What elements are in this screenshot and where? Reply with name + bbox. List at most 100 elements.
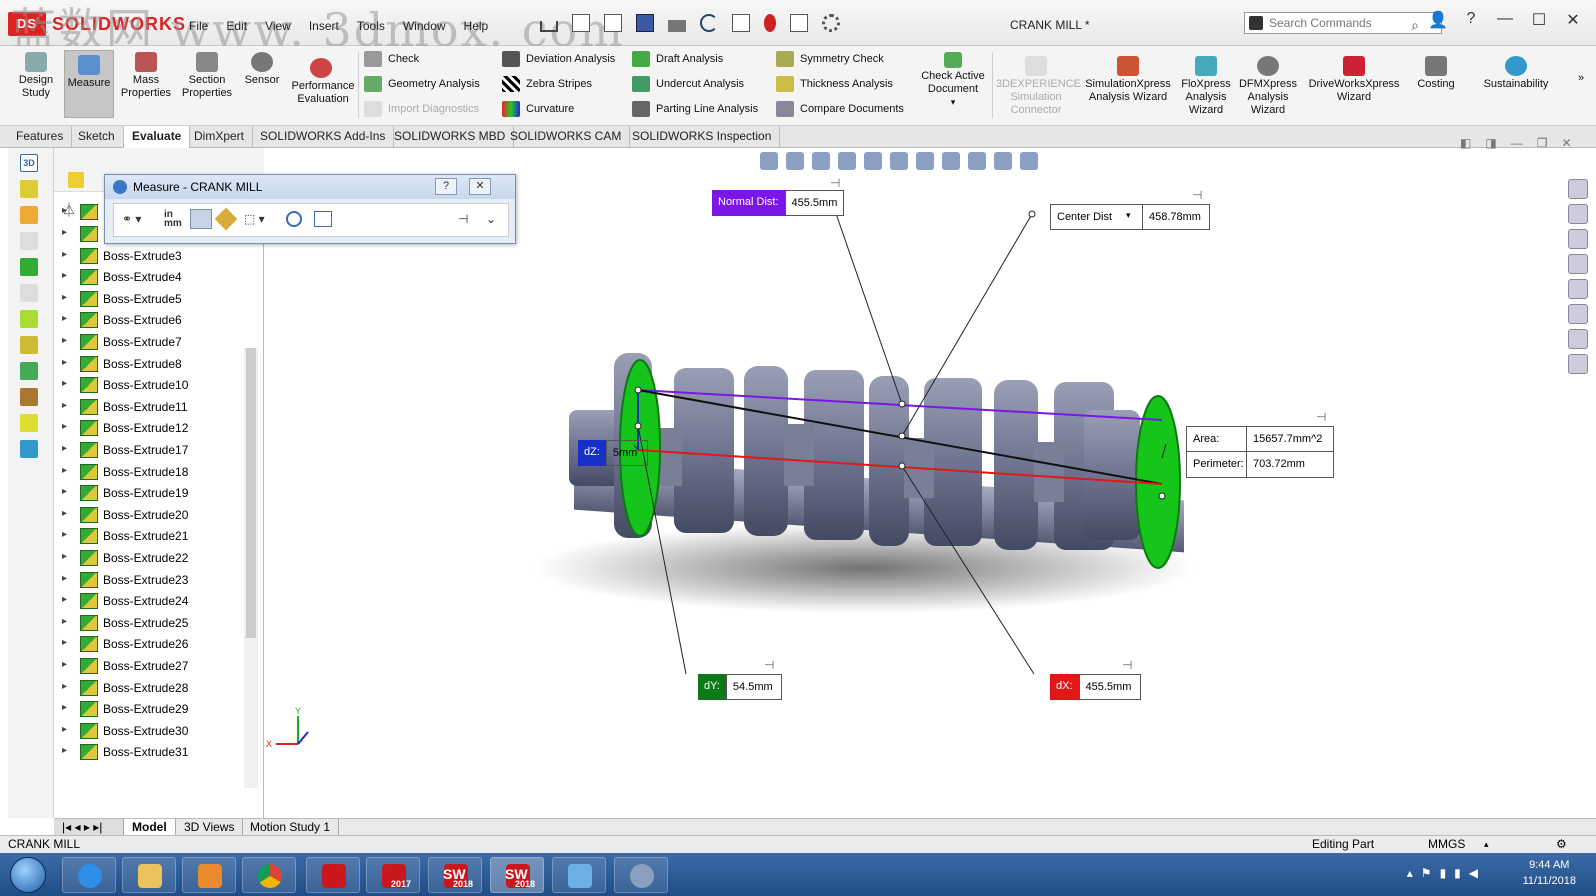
tree-item[interactable]: ▸ Boss-Extrude18 (54, 462, 244, 483)
tree-item[interactable]: ▸ Boss-Extrude28 (54, 678, 244, 699)
network-app-taskbar-button[interactable] (552, 857, 606, 893)
simulationxpress-button[interactable]: SimulationXpress Analysis Wizard (1080, 56, 1176, 104)
solidworks-2018-taskbar-button[interactable]: SW 2018 (428, 857, 482, 893)
solidworks-2017-taskbar-button[interactable]: 2017 (366, 857, 420, 893)
check-active-document-button[interactable]: Check Active Document ▾ (916, 52, 990, 109)
expand-arrow-icon[interactable]: ▸ (62, 421, 67, 432)
expand-arrow-icon[interactable]: ▸ (62, 335, 67, 346)
system-tray[interactable]: ▴⚑▮▮◀ (1407, 866, 1486, 880)
solidworks-logo[interactable]: DS SOLIDWORKS (8, 10, 185, 40)
menu-help[interactable]: Help (455, 16, 498, 36)
reference-icon[interactable] (20, 440, 38, 458)
expand-arrow-icon[interactable]: ▸ (62, 486, 67, 497)
tree-item[interactable]: ▸ Boss-Extrude21 (54, 526, 244, 547)
expand-arrow-icon[interactable]: ▸ (62, 205, 67, 216)
tree-scrollbar[interactable] (244, 348, 258, 788)
tab-solidworks-inspection[interactable]: SOLIDWORKS Inspection (624, 126, 781, 148)
create-sensor-icon[interactable] (314, 211, 332, 227)
expand-arrow-icon[interactable]: ▸ (62, 616, 67, 627)
help-button[interactable]: ? (435, 178, 457, 195)
tree-item[interactable]: ▸ Boss-Extrude12 (54, 418, 244, 439)
expand-arrow-icon[interactable]: ▸ (62, 551, 67, 562)
dy-callout[interactable]: dY: 54.5mm (698, 674, 782, 700)
pin-icon-3[interactable]: ⊣ (1316, 410, 1326, 424)
graphics-area[interactable]: Y X (264, 148, 1564, 818)
tool-app-taskbar-button[interactable] (614, 857, 668, 893)
menu-edit[interactable]: Edit (217, 16, 256, 36)
section-view-icon[interactable] (838, 152, 856, 170)
tab-scroll-arrows[interactable]: |◂ ◂ ▸ ▸| (54, 819, 124, 836)
file-properties-icon[interactable] (790, 14, 808, 32)
tree-item[interactable]: ▸ Boss-Extrude24 (54, 591, 244, 612)
expand-arrow-icon[interactable]: ▸ (62, 637, 67, 648)
zoom-to-fit-icon[interactable] (760, 152, 778, 170)
custom-properties-icon[interactable] (1568, 304, 1588, 324)
plane-icon[interactable] (20, 362, 38, 380)
options-gear-icon[interactable] (822, 14, 840, 32)
expand-arrow-icon[interactable]: ▸ (62, 529, 67, 540)
view-palette-icon[interactable] (1568, 254, 1588, 274)
print-icon[interactable] (668, 20, 686, 32)
expand-arrow-icon[interactable]: ▸ (62, 594, 67, 605)
thickness-analysis-button[interactable]: Thickness Analysis (776, 75, 893, 93)
appearance-icon[interactable] (968, 152, 986, 170)
tree-item[interactable]: ▸ Boss-Extrude10 (54, 375, 244, 396)
import-diagnostics-button[interactable]: Import Diagnostics (364, 100, 479, 118)
tree-item[interactable]: ▸ Boss-Extrude3 (54, 246, 244, 267)
arc-circle-measurements-icon[interactable]: ⚭ ▾ (122, 212, 141, 226)
tab-evaluate[interactable]: Evaluate (124, 126, 191, 148)
geometry-analysis-button[interactable]: Geometry Analysis (364, 75, 480, 93)
menu-tools[interactable]: Tools (348, 16, 394, 36)
tree-item[interactable]: ▸ Boss-Extrude31 (54, 742, 244, 763)
3dexperience-connector-button[interactable]: 3DEXPERIENCE Simulation Connector (996, 56, 1081, 117)
tree-item[interactable]: ▸ Boss-Extrude19 (54, 483, 244, 504)
tree-item[interactable]: ▸ Boss-Extrude11 (54, 397, 244, 418)
file-explorer-taskbar-button[interactable] (122, 857, 176, 893)
expand-arrow-icon[interactable]: ▸ (62, 249, 67, 260)
feature-manager-icon[interactable] (68, 172, 84, 188)
expand-arrow-icon[interactable]: ▸ (62, 443, 67, 454)
tab-sketch[interactable]: Sketch (70, 126, 124, 148)
tree-item[interactable]: ▸ Boss-Extrude17 (54, 440, 244, 461)
select-icon[interactable] (732, 14, 750, 32)
point-to-point-icon[interactable] (214, 207, 238, 231)
shape-icon[interactable] (20, 414, 38, 432)
undo-icon[interactable] (700, 14, 718, 32)
undercut-analysis-button[interactable]: Undercut Analysis (632, 75, 744, 93)
pin-dialog-icon[interactable]: ⊣ (458, 212, 468, 226)
extrude-icon[interactable] (20, 258, 38, 276)
compare-documents-button[interactable]: Compare Documents (776, 100, 904, 118)
performance-evaluation-button[interactable]: Performance Evaluation (288, 80, 358, 106)
tree-item[interactable]: ▸ Boss-Extrude30 (54, 721, 244, 742)
expand-arrow-icon[interactable]: ▸ (62, 270, 67, 281)
user-icon[interactable]: 👤 (1428, 10, 1448, 30)
display-style-icon[interactable] (916, 152, 934, 170)
pin-icon-4[interactable]: ⊣ (764, 658, 774, 672)
solidworks-resources-icon[interactable] (1568, 179, 1588, 199)
expand-arrow-icon[interactable]: ▸ (62, 724, 67, 735)
design-library-icon[interactable] (1568, 204, 1588, 224)
ds-app-taskbar-button[interactable] (306, 857, 360, 893)
start-button[interactable] (10, 857, 46, 893)
draft-analysis-button[interactable]: Draft Analysis (632, 50, 723, 68)
tree-item[interactable]: ▸ Boss-Extrude20 (54, 505, 244, 526)
close-button[interactable]: ✕ (1564, 10, 1582, 30)
cut-icon[interactable] (20, 388, 38, 406)
file-explorer-icon[interactable] (1568, 229, 1588, 249)
solidworks-forum-icon[interactable] (1568, 329, 1588, 349)
scene-icon[interactable] (994, 152, 1012, 170)
tab-3d-views[interactable]: 3D Views (176, 819, 244, 836)
menu-window[interactable]: Window (394, 16, 455, 36)
open-icon[interactable] (604, 14, 622, 32)
collapse-left-icon[interactable]: ◧ (1460, 136, 1471, 150)
expand-arrow-icon[interactable]: ▸ (62, 659, 67, 670)
tree-item[interactable]: ▸ Boss-Extrude23 (54, 570, 244, 591)
viewport-minimize-button[interactable]: — (1511, 136, 1523, 150)
unit-system-selector[interactable]: MMGS (1428, 836, 1465, 853)
menu-insert[interactable]: Insert (300, 16, 348, 36)
help-icon[interactable]: ? (1462, 10, 1480, 30)
tab-features[interactable]: Features (8, 126, 73, 148)
maximize-button[interactable]: ☐ (1530, 10, 1548, 30)
media-player-taskbar-button[interactable] (182, 857, 236, 893)
normal-dist-callout[interactable]: Normal Dist: 455.5mm (712, 190, 845, 216)
